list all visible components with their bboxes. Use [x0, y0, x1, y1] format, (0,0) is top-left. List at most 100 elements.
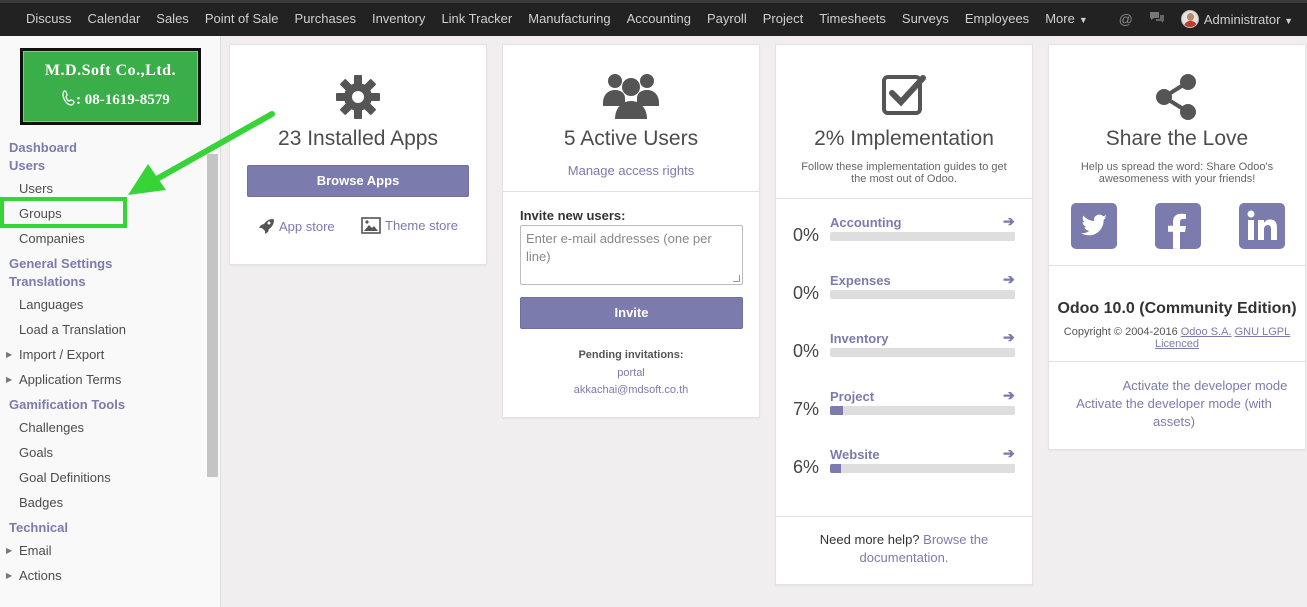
impl-progress-fill	[830, 464, 842, 473]
sidebar-item-load-translation[interactable]: Load a Translation	[0, 317, 205, 342]
impl-progress-bar	[830, 464, 1015, 473]
expand-triangle-icon: ▶	[6, 571, 13, 580]
section-translations[interactable]: Translations	[0, 273, 205, 291]
developer-mode-link[interactable]: Activate the developer mode	[1109, 377, 1301, 395]
impl-row-project[interactable]: 7% Project ➔	[776, 387, 1034, 429]
impl-percent: 0%	[793, 283, 820, 303]
invite-email-textarea[interactable]: Enter e-mail addresses (one per line)	[520, 225, 743, 285]
impl-name[interactable]: Project	[830, 389, 874, 404]
section-dashboard[interactable]: Dashboard	[0, 139, 205, 157]
impl-row-website[interactable]: 6% Website ➔	[776, 445, 1034, 487]
users-card: 5 Active Users Manage access rights Invi…	[502, 44, 760, 418]
impl-row-expenses[interactable]: 0% Expenses ➔	[776, 271, 1034, 313]
theme-store-label: Theme store	[385, 218, 458, 233]
resize-handle-icon[interactable]	[733, 275, 740, 282]
share-card: Share the Love Help us spread the word: …	[1048, 44, 1306, 450]
top-navbar: Discuss Calendar Sales Point of Sale Pur…	[0, 0, 1307, 36]
copyright-block: Copyright © 2004-2016 Odoo S.A. GNU LGPL…	[1049, 326, 1305, 350]
sidebar-item-badges[interactable]: Badges	[0, 490, 205, 515]
logo-title: M.D.Soft Co.,Ltd.	[44, 62, 177, 79]
twitter-icon[interactable]	[1071, 203, 1117, 249]
impl-name[interactable]: Accounting	[830, 215, 902, 230]
nav-more-dropdown[interactable]: More ▼	[1037, 11, 1096, 26]
impl-percent: 7%	[793, 399, 820, 419]
sidebar-item-goal-definitions[interactable]: Goal Definitions	[0, 465, 205, 490]
expand-triangle-icon: ▶	[6, 350, 13, 359]
impl-divider-top	[776, 198, 1032, 199]
app-menu: Discuss Calendar Sales Point of Sale Pur…	[18, 11, 1096, 26]
nav-calendar[interactable]: Calendar	[80, 11, 149, 26]
impl-progress-bar	[830, 232, 1015, 241]
arrow-right-icon[interactable]: ➔	[1003, 387, 1015, 404]
nav-point-of-sale[interactable]: Point of Sale	[197, 11, 287, 26]
impl-percent: 0%	[793, 341, 820, 361]
user-menu[interactable]: Administrator ▼	[1204, 12, 1293, 27]
users-group-icon	[503, 69, 759, 128]
section-users[interactable]: Users	[0, 157, 205, 175]
apps-card: 23 Installed Apps Browse Apps App store …	[229, 44, 487, 265]
groups-highlight-box	[0, 197, 127, 228]
sidebar-item-challenges[interactable]: Challenges	[0, 415, 205, 440]
section-gamification[interactable]: Gamification Tools	[0, 396, 205, 414]
nav-payroll[interactable]: Payroll	[699, 11, 755, 26]
systray: @ Administrator ▼	[1119, 10, 1293, 28]
nav-surveys[interactable]: Surveys	[894, 11, 957, 26]
sidebar-item-email[interactable]: ▶ Email	[0, 538, 205, 563]
odoo-sa-link[interactable]: Odoo S.A.	[1181, 326, 1232, 338]
nav-employees[interactable]: Employees	[957, 11, 1037, 26]
impl-name[interactable]: Expenses	[830, 273, 891, 288]
app-store-link[interactable]: App store	[257, 217, 335, 235]
nav-accounting[interactable]: Accounting	[619, 11, 699, 26]
section-general-settings[interactable]: General Settings	[0, 255, 205, 273]
nav-timesheets[interactable]: Timesheets	[811, 11, 894, 26]
manage-access-link[interactable]: Manage access rights	[503, 163, 759, 178]
theme-store-link[interactable]: Theme store	[361, 217, 458, 234]
sidebar-item-languages[interactable]: Languages	[0, 292, 205, 317]
impl-row-accounting[interactable]: 0% Accounting ➔	[776, 213, 1034, 255]
impl-progress-bar	[830, 406, 1015, 415]
checkbox-icon	[776, 71, 1032, 120]
odoo-version: Odoo 10.0 (Community Edition)	[1057, 300, 1297, 317]
help-text-block: Need more help? Browse the documentation…	[806, 531, 1002, 567]
arrow-right-icon[interactable]: ➔	[1003, 271, 1015, 288]
caret-down-icon: ▼	[1284, 15, 1293, 26]
share-title: Share the Love	[1105, 127, 1249, 150]
pending-invite-email[interactable]: akkachai@mdsoft.co.th	[503, 384, 759, 396]
impl-name[interactable]: Inventory	[830, 331, 889, 346]
impl-name[interactable]: Website	[830, 447, 880, 462]
nav-project[interactable]: Project	[755, 11, 811, 26]
arrow-right-icon[interactable]: ➔	[1003, 445, 1015, 462]
implementation-title: 2% Implementation	[814, 127, 994, 150]
sidebar-item-actions[interactable]: ▶ Actions	[0, 563, 205, 588]
developer-mode-assets-link[interactable]: Activate the developer mode (with assets…	[1069, 395, 1279, 431]
sidebar-item-application-terms[interactable]: ▶ Application Terms	[0, 367, 205, 392]
chat-bubbles-icon[interactable]	[1149, 11, 1165, 27]
linkedin-icon[interactable]	[1239, 203, 1285, 249]
nav-inventory[interactable]: Inventory	[364, 11, 433, 26]
arrow-right-icon[interactable]: ➔	[1003, 213, 1015, 230]
sidebar-item-goals[interactable]: Goals	[0, 440, 205, 465]
section-technical[interactable]: Technical	[0, 519, 205, 537]
image-icon	[361, 217, 381, 234]
nav-link-tracker[interactable]: Link Tracker	[433, 11, 520, 26]
nav-manufacturing[interactable]: Manufacturing	[520, 11, 618, 26]
user-avatar[interactable]	[1180, 10, 1199, 28]
arrow-right-icon[interactable]: ➔	[1003, 329, 1015, 346]
impl-row-inventory[interactable]: 0% Inventory ➔	[776, 329, 1034, 371]
impl-progress-bar	[830, 290, 1015, 299]
sidebar-scrollbar[interactable]	[207, 154, 218, 477]
nav-discuss[interactable]: Discuss	[18, 11, 80, 26]
sidebar-item-companies[interactable]: Companies	[0, 226, 205, 251]
pending-invite-portal[interactable]: portal	[503, 367, 759, 379]
nav-sales[interactable]: Sales	[148, 11, 197, 26]
at-mention-icon[interactable]: @	[1119, 11, 1133, 27]
browse-apps-button[interactable]: Browse Apps	[247, 165, 469, 197]
sidebar-item-import-export[interactable]: ▶ Import / Export	[0, 342, 205, 367]
company-logo[interactable]: M.D.Soft Co.,Ltd. : 08-1619-8579	[20, 48, 201, 125]
expand-triangle-icon: ▶	[6, 375, 13, 384]
invite-button[interactable]: Invite	[520, 297, 743, 329]
facebook-icon[interactable]	[1155, 203, 1201, 249]
expand-triangle-icon: ▶	[6, 546, 13, 555]
nav-purchases[interactable]: Purchases	[287, 11, 364, 26]
sidebar: M.D.Soft Co.,Ltd. : 08-1619-8579 Dashboa…	[0, 36, 221, 607]
